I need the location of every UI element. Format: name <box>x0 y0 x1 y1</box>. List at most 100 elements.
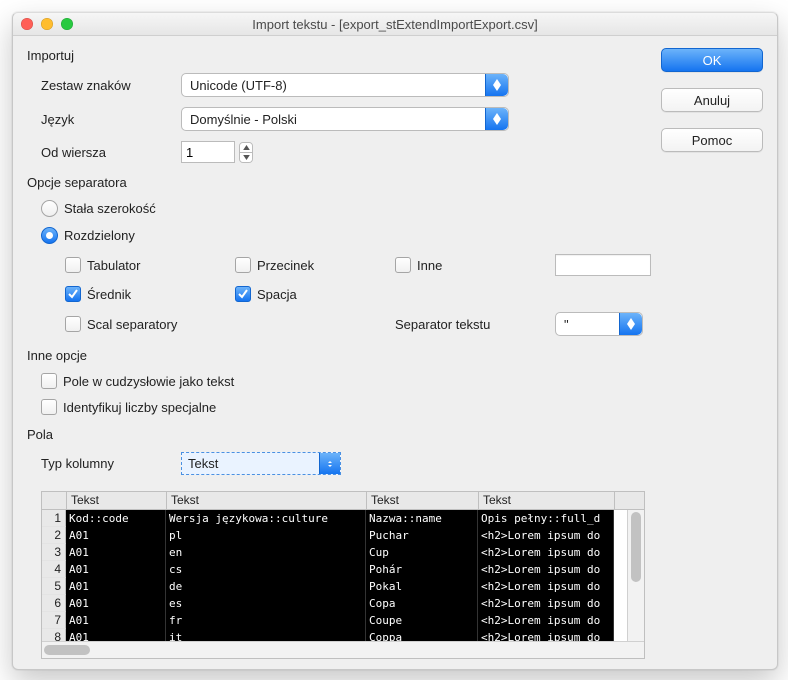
charset-label: Zestaw znaków <box>41 78 181 93</box>
cell[interactable]: de <box>166 578 366 595</box>
dialog-window: Import tekstu - [export_stExtendImportEx… <box>12 12 778 670</box>
charset-select[interactable]: Unicode (UTF-8) <box>181 73 509 97</box>
row-number: 3 <box>42 544 66 561</box>
ok-button[interactable]: OK <box>661 48 763 72</box>
radio-fixed-label: Stała szerokość <box>64 201 156 216</box>
check-merge-delims[interactable]: Scal separatory <box>65 316 235 332</box>
cell[interactable]: A01 <box>66 578 166 595</box>
help-button[interactable]: Pomoc <box>661 128 763 152</box>
cell[interactable]: Cup <box>366 544 478 561</box>
radio-icon <box>41 200 58 217</box>
radio-icon <box>41 227 58 244</box>
cell[interactable]: <h2>Lorem ipsum do <box>478 544 614 561</box>
check-tab[interactable]: Tabulator <box>65 257 235 273</box>
horizontal-scrollbar[interactable] <box>42 641 644 658</box>
preview-col-header[interactable]: Tekst <box>67 492 167 509</box>
table-row: 7A01frCoupe<h2>Lorem ipsum do <box>42 612 627 629</box>
section-separator-heading: Opcje separatora <box>27 175 645 190</box>
chevron-updown-icon <box>485 74 508 96</box>
checkbox-icon <box>41 373 57 389</box>
text-delim-value: " <box>564 317 569 332</box>
cell[interactable]: cs <box>166 561 366 578</box>
check-comma[interactable]: Przecinek <box>235 257 395 273</box>
preview-col-header[interactable]: Tekst <box>167 492 367 509</box>
chevron-updown-icon <box>485 108 508 130</box>
cell[interactable]: Coppa <box>366 629 478 641</box>
row-number: 2 <box>42 527 66 544</box>
cell[interactable]: <h2>Lorem ipsum do <box>478 527 614 544</box>
check-space[interactable]: Spacja <box>235 286 395 302</box>
preview-grid: TekstTekstTekstTekst 1Kod::codeWersja ję… <box>41 491 645 659</box>
table-row: 1Kod::codeWersja językowa::cultureNazwa:… <box>42 510 627 527</box>
row-number: 7 <box>42 612 66 629</box>
cell[interactable]: <h2>Lorem ipsum do <box>478 612 614 629</box>
cell[interactable]: Nazwa::name <box>366 510 478 527</box>
preview-body: 1Kod::codeWersja językowa::cultureNazwa:… <box>42 510 627 641</box>
cell[interactable]: Kod::code <box>66 510 166 527</box>
radio-delimited[interactable]: Rozdzielony <box>41 227 645 244</box>
text-delim-label: Separator tekstu <box>395 317 555 332</box>
check-semicolon-label: Średnik <box>87 287 131 302</box>
table-row: 3A01enCup<h2>Lorem ipsum do <box>42 544 627 561</box>
fromrow-label: Od wiersza <box>41 145 181 160</box>
cell[interactable]: Pokal <box>366 578 478 595</box>
section-import-heading: Importuj <box>27 48 645 63</box>
cell[interactable]: A01 <box>66 544 166 561</box>
fromrow-input[interactable] <box>181 141 235 163</box>
chevron-updown-icon <box>319 453 340 474</box>
row-number: 4 <box>42 561 66 578</box>
checkbox-icon <box>235 286 251 302</box>
preview-col-header[interactable]: Tekst <box>479 492 615 509</box>
check-semicolon[interactable]: Średnik <box>65 286 235 302</box>
chevron-down-icon[interactable] <box>240 153 252 162</box>
check-other[interactable]: Inne <box>395 257 555 273</box>
language-select[interactable]: Domyślnie - Polski <box>181 107 509 131</box>
radio-fixed-width[interactable]: Stała szerokość <box>41 200 645 217</box>
checkbox-icon <box>65 286 81 302</box>
cell[interactable]: Opis pełny::full_d <box>478 510 614 527</box>
cell[interactable]: Coupe <box>366 612 478 629</box>
zoom-icon[interactable] <box>61 18 73 30</box>
check-special-label: Identyfikuj liczby specjalne <box>63 400 216 415</box>
minimize-icon[interactable] <box>41 18 53 30</box>
vertical-scrollbar[interactable] <box>627 510 644 641</box>
check-tab-label: Tabulator <box>87 258 140 273</box>
coltype-select[interactable]: Tekst <box>181 452 341 475</box>
cell[interactable]: A01 <box>66 527 166 544</box>
cell[interactable]: en <box>166 544 366 561</box>
chevron-up-icon[interactable] <box>240 143 252 153</box>
cell[interactable]: A01 <box>66 595 166 612</box>
cell[interactable]: Puchar <box>366 527 478 544</box>
cell[interactable]: Pohár <box>366 561 478 578</box>
cell[interactable]: A01 <box>66 612 166 629</box>
check-other-label: Inne <box>417 258 442 273</box>
cell[interactable]: <h2>Lorem ipsum do <box>478 595 614 612</box>
cell[interactable]: <h2>Lorem ipsum do <box>478 561 614 578</box>
language-value: Domyślnie - Polski <box>190 112 297 127</box>
preview-col-header[interactable]: Tekst <box>367 492 479 509</box>
cell[interactable]: fr <box>166 612 366 629</box>
check-detect-special[interactable]: Identyfikuj liczby specjalne <box>41 399 645 415</box>
cell[interactable]: <h2>Lorem ipsum do <box>478 578 614 595</box>
checkbox-icon <box>41 399 57 415</box>
cell[interactable]: it <box>166 629 366 641</box>
cell[interactable]: <h2>Lorem ipsum do <box>478 629 614 641</box>
section-fields-heading: Pola <box>27 427 645 442</box>
cell[interactable]: A01 <box>66 629 166 641</box>
check-quoted-as-text[interactable]: Pole w cudzysłowie jako tekst <box>41 373 645 389</box>
cell[interactable]: pl <box>166 527 366 544</box>
cell[interactable]: A01 <box>66 561 166 578</box>
coltype-value: Tekst <box>188 456 218 471</box>
cell[interactable]: Copa <box>366 595 478 612</box>
checkbox-icon <box>65 257 81 273</box>
row-number: 6 <box>42 595 66 612</box>
other-delim-input[interactable] <box>555 254 651 276</box>
close-icon[interactable] <box>21 18 33 30</box>
cell[interactable]: es <box>166 595 366 612</box>
cell[interactable]: Wersja językowa::culture <box>166 510 366 527</box>
text-delim-select[interactable]: " <box>555 312 643 336</box>
cancel-button[interactable]: Anuluj <box>661 88 763 112</box>
fromrow-stepper[interactable] <box>239 142 253 163</box>
checkbox-icon <box>65 316 81 332</box>
row-number: 8 <box>42 629 66 641</box>
